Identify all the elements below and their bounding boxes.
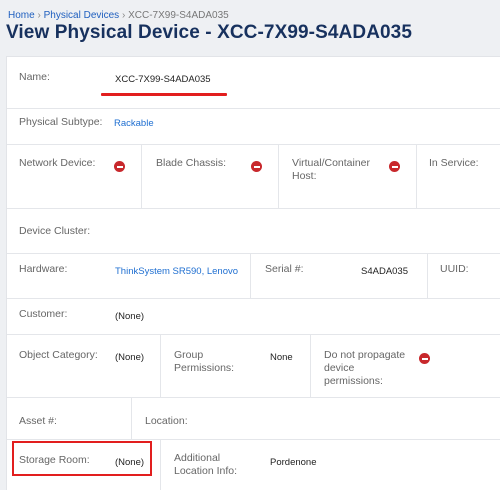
group-permissions-label-line1: Group — [174, 349, 204, 361]
physical-subtype-row: Physical Subtype: Rackable — [7, 109, 500, 145]
column-divider — [131, 398, 132, 439]
hardware-link[interactable]: ThinkSystem SR590, Lenovo — [115, 266, 238, 277]
device-cluster-row: Device Cluster: — [7, 209, 500, 254]
column-divider — [310, 335, 311, 397]
breadcrumb-separator: › — [37, 10, 41, 21]
column-divider — [278, 145, 279, 208]
uuid-label: UUID: — [440, 263, 469, 275]
customer-label: Customer: — [19, 308, 68, 320]
do-not-propagate-label-line2: device — [324, 362, 355, 374]
breadcrumb: Home › Physical Devices › XCC-7X99-S4ADA… — [8, 10, 229, 21]
device-flags-row: Network Device: Blade Chassis: Virtual/C… — [7, 145, 500, 209]
object-category-label: Object Category: — [19, 349, 98, 361]
location-label: Location: — [145, 415, 188, 427]
do-not-propagate-label-line1: Do not propagate — [324, 349, 406, 361]
virtual-container-host-minus-icon — [389, 161, 400, 172]
column-divider — [427, 254, 428, 298]
additional-location-info-label-line2: Location Info: — [174, 465, 238, 477]
column-divider — [141, 145, 142, 208]
group-permissions-label-line2: Permissions: — [174, 362, 235, 374]
page-title: View Physical Device - XCC-7X99-S4ADA035 — [6, 22, 413, 43]
blade-chassis-label: Blade Chassis: — [156, 157, 227, 169]
storage-room-row: Storage Room: (None) Additional Location… — [7, 440, 500, 490]
asset-label: Asset #: — [19, 415, 57, 427]
asset-location-row: Asset #: Location: — [7, 398, 500, 440]
red-underline-annotation — [101, 93, 227, 96]
customer-value: (None) — [115, 311, 145, 322]
name-row: Name: XCC-7X99-S4ADA035 — [7, 57, 500, 109]
virtual-container-host-label-line2: Host: — [292, 170, 317, 182]
in-service-label: In Service: — [429, 157, 479, 169]
physical-subtype-link[interactable]: Rackable — [114, 118, 154, 129]
breadcrumb-physical-devices-link[interactable]: Physical Devices — [44, 10, 120, 21]
column-divider — [416, 145, 417, 208]
device-cluster-label: Device Cluster: — [19, 225, 91, 237]
virtual-container-host-label-line1: Virtual/Container — [292, 157, 371, 169]
serial-label: Serial #: — [265, 263, 304, 275]
network-device-label: Network Device: — [19, 157, 96, 169]
physical-subtype-label: Physical Subtype: — [19, 116, 103, 128]
hardware-row: Hardware: ThinkSystem SR590, Lenovo Seri… — [7, 254, 500, 299]
column-divider — [160, 335, 161, 397]
group-permissions-value: None — [270, 352, 293, 363]
additional-location-info-label-line1: Additional — [174, 452, 221, 464]
column-divider — [250, 254, 251, 298]
device-details-card: Name: XCC-7X99-S4ADA035 Physical Subtype… — [6, 56, 500, 490]
breadcrumb-separator: › — [121, 10, 126, 21]
blade-chassis-minus-icon — [251, 161, 262, 172]
do-not-propagate-label-line3: permissions: — [324, 375, 383, 387]
object-category-row: Object Category: (None) Group Permission… — [7, 335, 500, 398]
object-category-value: (None) — [115, 352, 145, 363]
breadcrumb-current: XCC-7X99-S4ADA035 — [128, 10, 229, 21]
customer-row: Customer: (None) — [7, 299, 500, 335]
network-device-minus-icon — [114, 161, 125, 172]
additional-location-info-value: Pordenone — [270, 457, 317, 468]
name-value: XCC-7X99-S4ADA035 — [115, 74, 211, 85]
red-box-annotation — [12, 441, 152, 476]
column-divider — [160, 440, 161, 490]
do-not-propagate-minus-icon — [419, 353, 430, 364]
breadcrumb-home-link[interactable]: Home — [8, 10, 35, 21]
name-label: Name: — [19, 71, 50, 83]
serial-value: S4ADA035 — [361, 266, 409, 277]
hardware-label: Hardware: — [19, 263, 68, 275]
